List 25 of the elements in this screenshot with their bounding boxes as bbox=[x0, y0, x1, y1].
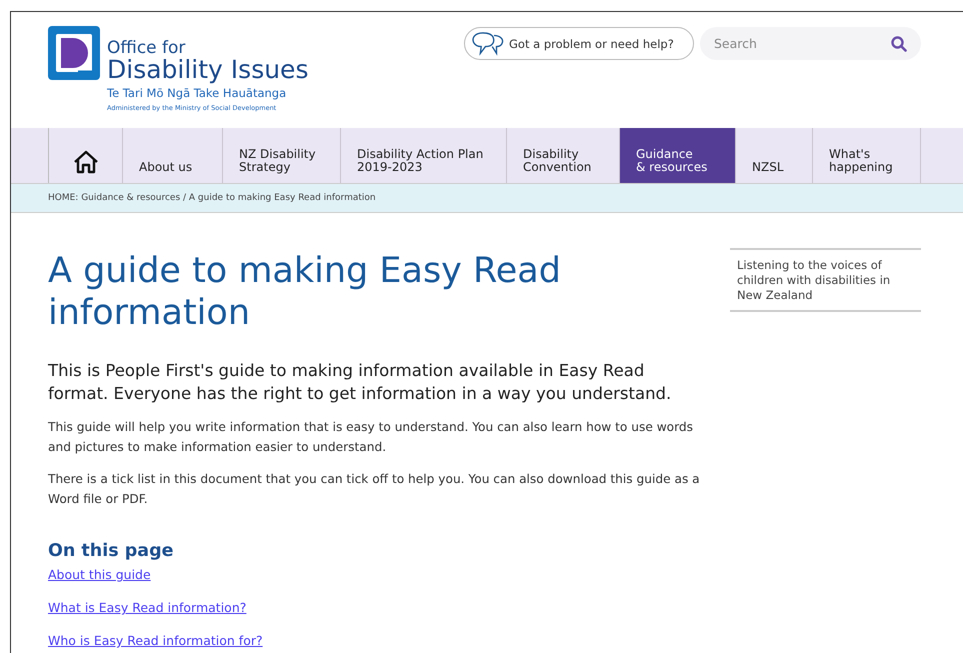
nav-tab[interactable]: Disability Action Plan 2019-2023 bbox=[341, 128, 507, 183]
page-link[interactable]: Who is Easy Read information for? bbox=[48, 633, 263, 649]
lead-paragraph: This is People First's guide to making information available in Easy Read format. Everyone has the right to get information in a way you understand. bbox=[48, 360, 672, 405]
search-icon[interactable] bbox=[891, 36, 907, 52]
help-button[interactable]: Got a problem or need help? bbox=[464, 27, 694, 60]
nav-tab[interactable]: About us bbox=[123, 128, 223, 183]
logo-subtitle: Te Tari Mō Ngā Take Hauātanga bbox=[107, 86, 288, 100]
home-icon bbox=[72, 150, 98, 174]
section-heading: On this page bbox=[48, 541, 174, 561]
nav-tab[interactable]: NZSL bbox=[736, 128, 813, 183]
nav-tab[interactable]: What's happening bbox=[813, 128, 921, 183]
related-link[interactable]: Listening to the voices of children with disabilities in New Zealand bbox=[730, 248, 921, 312]
speech-bubbles-icon bbox=[471, 30, 505, 56]
breadcrumb: HOME: Guidance & resources / A guide to making Easy Read information bbox=[48, 193, 376, 203]
paragraph: There is a tick list in this document that you can tick off to help you. You can also download this guide as a Word file or PDF. bbox=[48, 471, 701, 508]
page-title: A guide to making Easy Read information bbox=[48, 250, 562, 334]
logo-icon bbox=[48, 26, 100, 80]
paragraph: This guide will help you write information that is easy to understand. You can also learn how to use words and pictures to make information easier to understand. bbox=[48, 419, 694, 456]
nav-tab[interactable]: NZ Disability Strategy bbox=[223, 128, 341, 183]
logo-text: Office for bbox=[107, 39, 186, 57]
nav-tab[interactable]: Guidance & resources bbox=[620, 128, 736, 183]
page-link[interactable]: About this guide bbox=[48, 567, 151, 583]
page-link[interactable]: What is Easy Read information? bbox=[48, 600, 246, 616]
search-field[interactable]: Search bbox=[700, 27, 921, 60]
logo-text: Disability Issues bbox=[107, 57, 308, 83]
